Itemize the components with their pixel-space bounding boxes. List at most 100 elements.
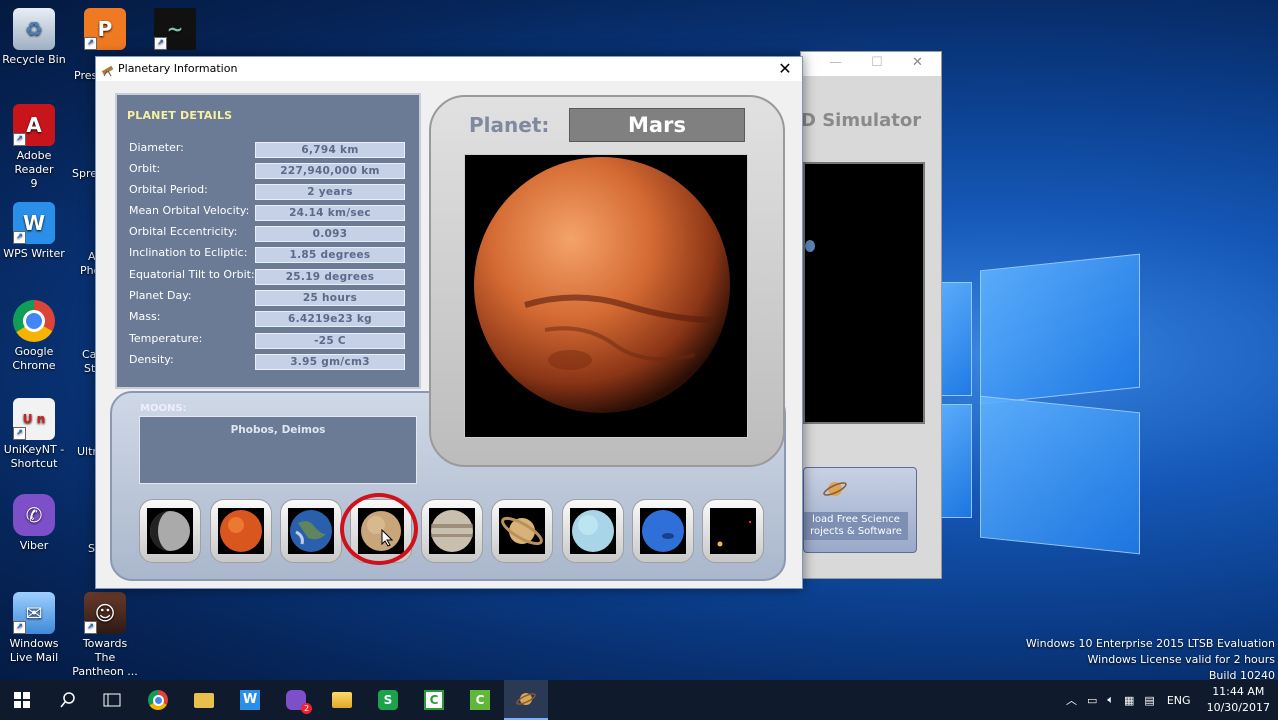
detail-label: Temperature: [129,332,203,345]
moons-value: Phobos, Deimos [230,424,326,436]
download-projects-button[interactable]: load Free Science rojects & Software [803,467,917,553]
detail-label: Orbital Period: [129,183,208,196]
volume-icon[interactable]: 🔈︎ [1107,693,1114,707]
venus-icon [218,508,264,554]
camtasia-recorder-icon: C [470,690,490,710]
desktop-icon-app[interactable]: ~ ↗ [142,8,208,53]
detail-value: 0.093 [255,226,405,242]
planet-button-mercury[interactable] [139,499,201,563]
planet-dot-icon [805,240,815,252]
desktop-icon-viber[interactable]: ✆ Viber [1,494,67,553]
taskbar-spreadsheet[interactable]: S [366,680,410,720]
planet-button-venus[interactable] [210,499,272,563]
search-button[interactable] [46,680,90,720]
saturn-icon [499,508,545,554]
taskbar-camtasia-recorder[interactable]: C [458,680,502,720]
detail-label: Density: [129,353,174,366]
planet-name: Mars [569,108,745,142]
unikey-icon: U n ↗ [13,398,55,440]
minimize-icon[interactable]: — [829,55,842,70]
planet-button-earth[interactable] [280,499,342,563]
action-center-icon[interactable]: ▤ [1144,694,1154,707]
planetary-information-dialog: Planetary Information ✕ PLANET DETAILS D… [95,56,803,589]
maximize-icon[interactable]: ☐ [871,55,883,70]
detail-label: Mass: [129,310,161,323]
simulator-title-bar: — ☐ ✕ [801,52,941,76]
desktop-icon-google-chrome[interactable]: Google Chrome [1,300,67,373]
game-icon: ☺ ↗ [84,592,126,634]
desktop-icon-towards-the-pantheon[interactable]: ☺ ↗ Towards The Pantheon ... [72,592,138,679]
windows-logo-pane [980,395,1140,555]
detail-value: 3.95 gm/cm3 [255,354,405,370]
language-indicator[interactable]: ENG [1167,694,1191,707]
desktop-icon-windows-live-mail[interactable]: ✉ ↗ Windows Live Mail [1,592,67,665]
planet-button-saturn[interactable] [491,499,553,563]
windows-logo-pane [980,253,1140,405]
camtasia-icon: C [424,690,444,710]
moons-heading: MOONS: [140,403,187,414]
solar-system-icon [516,693,536,705]
jupiter-icon [429,508,475,554]
chrome-icon [13,300,55,342]
start-button[interactable] [0,680,44,720]
desktop-icon-partial-label: Pres [74,69,98,82]
detail-label: Orbital Eccentricity: [129,225,238,238]
mercury-icon [147,508,193,554]
close-icon[interactable]: ✕ [912,55,923,70]
taskbar-viber[interactable]: 2 [274,680,318,720]
detail-value: 25.19 degrees [255,269,405,285]
network-icon[interactable]: ▦ [1124,694,1134,707]
chrome-icon [148,690,168,710]
task-view-button[interactable] [90,680,134,720]
taskbar-clock[interactable]: 11:44 AM 10/30/2017 [1207,684,1270,716]
wps-icon: W [240,690,260,710]
planet-button-jupiter[interactable] [421,499,483,563]
detail-label: Mean Orbital Velocity: [129,204,250,217]
download-projects-label: load Free Science rojects & Software [804,512,908,540]
planet-details-panel: PLANET DETAILS Diameter: 6,794 km Orbit: 22… [115,93,421,389]
clock-time: 11:44 AM [1212,685,1265,698]
simulator-viewport[interactable] [803,162,925,424]
detail-value: 6,794 km [255,142,405,158]
planet-button-neptune[interactable] [632,499,694,563]
mail-icon: ✉ ↗ [13,592,55,634]
viber-badge: 2 [301,703,312,714]
watermark-line-1: Windows 10 Enterprise 2015 LTSB Evaluati… [1025,637,1275,650]
start-icon [14,692,30,708]
windows-evaluation-watermark: Windows 10 Enterprise 2015 LTSB Evaluati… [1026,636,1275,680]
taskbar-solar-system[interactable] [504,680,548,720]
detail-value: 25 hours [255,290,405,306]
task-view-icon [103,693,121,707]
taskbar-wps[interactable]: W [228,680,272,720]
desktop-icon-partial-label: S [88,542,95,555]
desktop-icon-unikey[interactable]: U n ↗ UniKeyNT - Shortcut [1,398,67,471]
earth-icon [288,508,334,554]
planet-display-panel: Planet: Mars [429,95,785,467]
file-explorer-icon [332,692,352,708]
telescope-icon [101,62,115,77]
planet-button-uranus[interactable] [562,499,624,563]
detail-value: -25 C [255,333,405,349]
planet-label: Planet: [469,113,550,137]
detail-value: 2 years [255,184,405,200]
search-icon [60,692,75,708]
desktop-icon-partial-label: St [84,362,96,375]
taskbar-chrome[interactable] [136,680,180,720]
taskbar-file-explorer[interactable] [320,680,364,720]
taskbar-camtasia[interactable]: C [412,680,456,720]
clock-date: 10/30/2017 [1206,701,1270,714]
desktop-icon-recycle-bin[interactable]: ♻ Recycle Bin [1,8,67,67]
battery-icon[interactable]: ▭ [1087,694,1097,707]
desktop-icon-wps-writer[interactable]: W ↗ WPS Writer [1,202,67,261]
planet-button-pluto[interactable] [702,499,764,563]
desktop-icon-presentation[interactable]: P ↗ [72,8,138,53]
chevron-up-icon[interactable]: ︿ [1066,692,1077,708]
taskbar-folder[interactable] [182,680,226,720]
desktop-icon-adobe-reader[interactable]: A ↗ Adobe Reader 9 [1,104,67,191]
dialog-close-button[interactable]: ✕ [774,59,796,79]
dialog-title-bar[interactable]: Planetary Information ✕ [96,57,802,81]
detail-value: 1.85 degrees [255,247,405,263]
moons-box: Phobos, Deimos [139,416,417,484]
planet-image [464,154,748,438]
watermark-line-3: Build 10240 [1208,669,1275,680]
